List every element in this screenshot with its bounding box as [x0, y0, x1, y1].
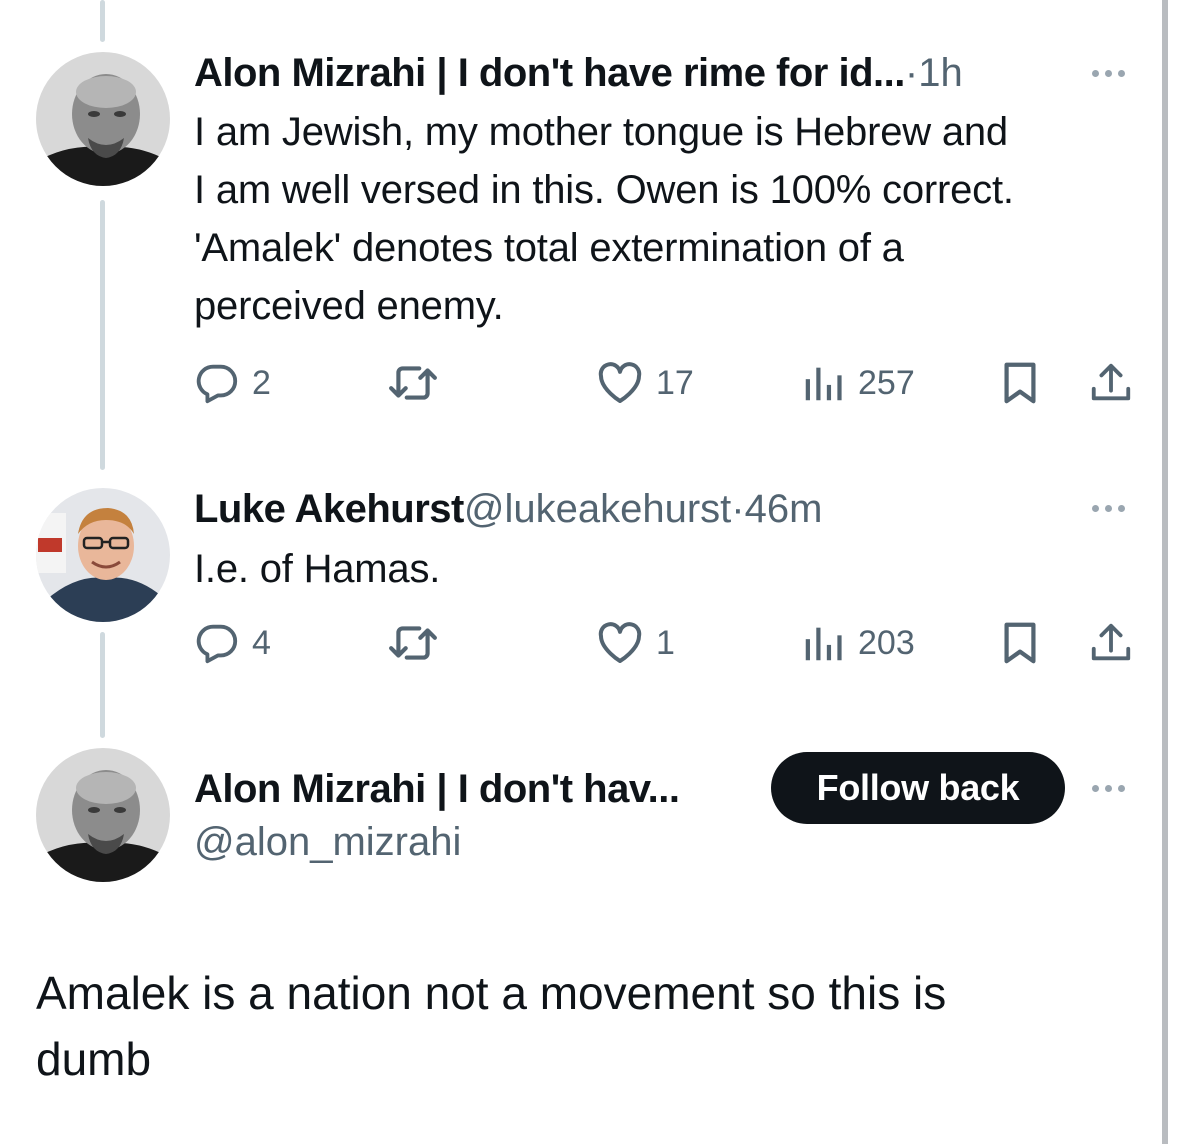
views-button[interactable]: 203 [800, 620, 915, 666]
like-button[interactable]: 1 [596, 620, 675, 666]
dot-separator: · [904, 51, 919, 95]
bookmark-button[interactable] [1000, 360, 1040, 406]
action-bar: 2 17 257 [0, 360, 1179, 410]
bookmark-icon [1004, 622, 1036, 664]
views-button[interactable]: 257 [800, 360, 915, 406]
reply-icon [196, 364, 238, 404]
repost-icon [389, 626, 437, 660]
views-count: 257 [858, 363, 915, 402]
handle[interactable]: @lukeakehurst [464, 486, 731, 532]
display-name[interactable]: Alon Mizrahi | I don't hav... [194, 766, 680, 812]
views-count: 203 [858, 623, 915, 662]
reply-count: 4 [252, 623, 271, 662]
reply-icon [196, 624, 238, 664]
window-edge [1162, 0, 1168, 1144]
handle[interactable]: @alon_mizrahi [194, 820, 461, 865]
avatar[interactable] [36, 488, 170, 622]
avatar[interactable] [36, 748, 170, 882]
reply-button[interactable]: 4 [194, 620, 271, 666]
tweet-header: Alon Mizrahi | I don't have rime for id.… [194, 50, 963, 96]
more-icon[interactable] [1092, 785, 1125, 792]
repost-icon [389, 366, 437, 400]
share-icon [1091, 363, 1131, 401]
tweet-text: I am Jewish, my mother tongue is Hebrew … [194, 110, 1014, 328]
share-button[interactable] [1088, 620, 1134, 666]
action-bar: 4 1 203 [0, 620, 1179, 670]
like-count: 17 [656, 363, 694, 402]
bookmark-icon [1004, 362, 1036, 404]
tweet-header: Luke Akehurst @lukeakehurst · 46m [194, 486, 822, 532]
reply-count: 2 [252, 363, 271, 402]
thread-line [100, 200, 105, 470]
display-name[interactable]: Alon Mizrahi | I don't have rime for id.… [194, 50, 905, 96]
more-icon[interactable] [1092, 505, 1125, 512]
tweet-header: Alon Mizrahi | I don't hav... [194, 766, 680, 812]
timestamp[interactable]: 1h [918, 50, 963, 96]
views-icon [805, 627, 842, 661]
dot-separator: · [731, 487, 745, 531]
views-icon [805, 367, 842, 401]
avatar[interactable] [36, 52, 170, 186]
repost-button[interactable] [388, 620, 450, 666]
timestamp[interactable]: 46m [745, 486, 823, 532]
tweet-text: Amalek is a nation not a movement so thi… [36, 967, 947, 1085]
like-count: 1 [656, 623, 675, 662]
thread-line [100, 0, 105, 42]
reply-button[interactable]: 2 [194, 360, 271, 406]
tweet-text: I.e. of Hamas. [194, 547, 441, 591]
more-icon[interactable] [1092, 70, 1125, 77]
like-icon [598, 622, 642, 663]
follow-back-button[interactable]: Follow back [771, 752, 1065, 824]
bookmark-button[interactable] [1000, 620, 1040, 666]
repost-button[interactable] [388, 360, 450, 406]
like-button[interactable]: 17 [596, 360, 694, 406]
share-icon [1091, 623, 1131, 661]
like-icon [598, 362, 642, 403]
share-button[interactable] [1088, 360, 1134, 406]
display-name[interactable]: Luke Akehurst [194, 486, 464, 532]
